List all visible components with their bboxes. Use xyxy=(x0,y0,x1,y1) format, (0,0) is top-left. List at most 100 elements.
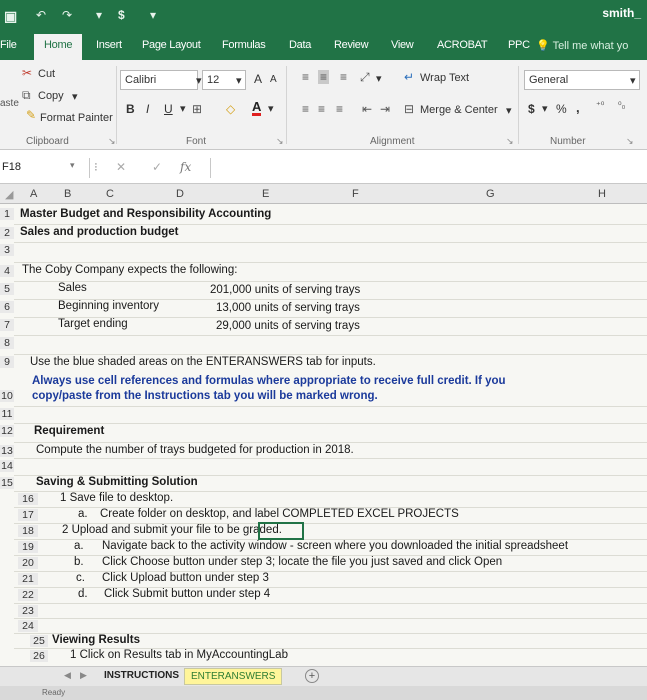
cell-c19[interactable]: Navigate back to the activity window - s… xyxy=(102,540,568,552)
tab-acrobat[interactable]: ACROBAT xyxy=(437,39,488,51)
shrink-font-button[interactable]: A xyxy=(270,74,277,85)
cut-button[interactable]: Cut xyxy=(38,68,55,80)
scroll-tabs-left-icon[interactable]: ◀ xyxy=(64,670,71,681)
row-header[interactable]: 4 xyxy=(0,265,14,277)
percent-style-button[interactable]: % xyxy=(556,102,567,116)
currency-quick-icon[interactable]: $ xyxy=(118,8,125,22)
wrap-text-button[interactable]: Wrap Text xyxy=(420,72,469,84)
row-header[interactable]: 9 xyxy=(0,356,14,368)
decrease-decimal-icon[interactable]: ⁰₀ xyxy=(618,100,625,111)
row-header[interactable]: 1 xyxy=(0,208,14,220)
row-header[interactable]: 20 xyxy=(18,557,38,569)
align-bottom-icon[interactable]: ≡ xyxy=(340,70,347,84)
row-header[interactable]: 26 xyxy=(30,650,48,662)
cell-a12[interactable]: Requirement xyxy=(34,425,104,437)
cell-a15[interactable]: Saving & Submitting Solution xyxy=(36,476,198,488)
undo-icon[interactable]: ↶ xyxy=(36,8,46,22)
cell-b16[interactable]: 1 Save file to desktop. xyxy=(60,492,173,504)
row-header[interactable]: 2 xyxy=(0,227,14,239)
tab-view[interactable]: View xyxy=(391,39,414,51)
cell-b6[interactable]: Beginning inventory xyxy=(58,300,159,312)
underline-dropdown-icon[interactable]: ▾ xyxy=(180,102,186,115)
align-middle-icon[interactable]: ≡ xyxy=(318,70,330,84)
column-header-f[interactable]: F xyxy=(352,188,359,200)
cell-a13[interactable]: Compute the number of trays budgeted for… xyxy=(36,444,354,456)
fill-color-icon[interactable]: ◇ xyxy=(226,102,235,116)
font-name-dropdown-icon[interactable]: ▾ xyxy=(196,74,202,87)
font-launcher-icon[interactable]: ↘ xyxy=(276,136,284,147)
name-box[interactable]: F18 xyxy=(0,158,90,178)
scroll-tabs-right-icon[interactable]: ▶ xyxy=(80,670,87,681)
grow-font-button[interactable]: A xyxy=(254,72,262,86)
number-launcher-icon[interactable]: ↘ xyxy=(626,136,634,147)
sheet-tab-instructions[interactable]: INSTRUCTIONS xyxy=(98,668,185,685)
number-format-select[interactable]: General xyxy=(524,70,640,90)
cell-c21[interactable]: Click Upload button under step 3 xyxy=(102,572,269,584)
worksheet-grid[interactable]: 1 2 3 4 5 6 7 8 9 10 11 12 13 14 15 16 1… xyxy=(0,204,647,666)
column-header-d[interactable]: D xyxy=(176,188,184,200)
cell-a25[interactable]: Viewing Results xyxy=(52,634,140,646)
comma-style-button[interactable]: , xyxy=(576,100,580,115)
cell-e6[interactable]: 13,000 units of serving trays xyxy=(216,302,360,314)
cell-a2[interactable]: Sales and production budget xyxy=(20,226,178,238)
cell-e5[interactable]: 201,000 units of serving trays xyxy=(210,284,360,296)
row-header[interactable]: 24 xyxy=(18,620,38,632)
enter-icon[interactable]: ✓ xyxy=(152,160,162,174)
cell-a4[interactable]: The Coby Company expects the following: xyxy=(22,264,237,276)
italic-button[interactable]: I xyxy=(146,102,149,116)
row-header[interactable]: 25 xyxy=(30,635,48,647)
column-header-b[interactable]: B xyxy=(64,188,71,200)
row-header[interactable]: 22 xyxy=(18,589,38,601)
cell-a1[interactable]: Master Budget and Responsibility Account… xyxy=(20,208,271,220)
new-sheet-button[interactable]: + xyxy=(305,669,319,683)
tab-home[interactable]: Home xyxy=(34,34,83,60)
redo-icon[interactable]: ↷ xyxy=(62,8,72,22)
row-header[interactable]: 16 xyxy=(18,493,38,505)
orientation-dropdown-icon[interactable]: ▾ xyxy=(376,72,382,85)
column-header-c[interactable]: C xyxy=(106,188,114,200)
format-painter-button[interactable]: Format Painter xyxy=(40,112,113,124)
accounting-format-button[interactable]: $ xyxy=(528,102,535,116)
user-name[interactable]: smith_ xyxy=(602,6,641,20)
row-header[interactable]: 12 xyxy=(0,425,14,437)
row-header[interactable]: 18 xyxy=(18,525,38,537)
accounting-dropdown-icon[interactable]: ▾ xyxy=(542,102,548,115)
customize-toolbar-icon[interactable]: ▾ xyxy=(150,8,156,22)
cell-c20[interactable]: Click Choose button under step 3; locate… xyxy=(102,556,502,568)
borders-icon[interactable]: ⊞ xyxy=(192,102,202,116)
tab-data[interactable]: Data xyxy=(289,39,311,51)
cell-b7[interactable]: Target ending xyxy=(58,318,128,330)
select-all-icon[interactable]: ◢ xyxy=(5,188,13,201)
row-header[interactable]: 8 xyxy=(0,337,14,349)
merge-center-dropdown-icon[interactable]: ▾ xyxy=(506,104,512,117)
orientation-icon[interactable]: ⤢ xyxy=(360,70,370,85)
align-center-icon[interactable]: ≡ xyxy=(318,102,325,116)
row-header[interactable]: 5 xyxy=(0,283,14,295)
row-header[interactable]: 17 xyxy=(18,509,38,521)
font-color-dropdown-icon[interactable]: ▾ xyxy=(268,102,274,115)
decrease-indent-icon[interactable]: ⇤ xyxy=(362,102,372,116)
bold-button[interactable]: B xyxy=(126,102,135,116)
active-cell-selection[interactable] xyxy=(258,522,304,540)
row-header[interactable]: 23 xyxy=(18,605,38,617)
column-header-a[interactable]: A xyxy=(30,188,37,200)
font-color-button[interactable]: A xyxy=(252,100,262,116)
cell-e7[interactable]: 29,000 units of serving trays xyxy=(216,320,360,332)
cell-b18[interactable]: 2 Upload and submit your file to be grad… xyxy=(62,524,282,536)
row-header[interactable]: 13 xyxy=(0,445,14,457)
row-header[interactable]: 21 xyxy=(18,573,38,585)
row-header[interactable]: 14 xyxy=(0,460,14,472)
underline-button[interactable]: U xyxy=(164,102,173,116)
redo-dropdown-icon[interactable]: ▾ xyxy=(96,8,102,22)
cell-a9-line2[interactable]: Always use cell references and formulas … xyxy=(32,375,506,387)
align-right-icon[interactable]: ≡ xyxy=(336,102,343,116)
row-header[interactable]: 15 xyxy=(0,477,14,489)
tab-page-layout[interactable]: Page Layout xyxy=(142,39,201,51)
row-header[interactable]: 19 xyxy=(18,541,38,553)
row-header[interactable]: 6 xyxy=(0,301,14,313)
font-name-select[interactable]: Calibri xyxy=(120,70,198,90)
alignment-launcher-icon[interactable]: ↘ xyxy=(506,136,514,147)
tab-review[interactable]: Review xyxy=(334,39,369,51)
align-top-icon[interactable]: ≡ xyxy=(302,70,309,84)
row-header[interactable]: 10 xyxy=(0,390,14,402)
